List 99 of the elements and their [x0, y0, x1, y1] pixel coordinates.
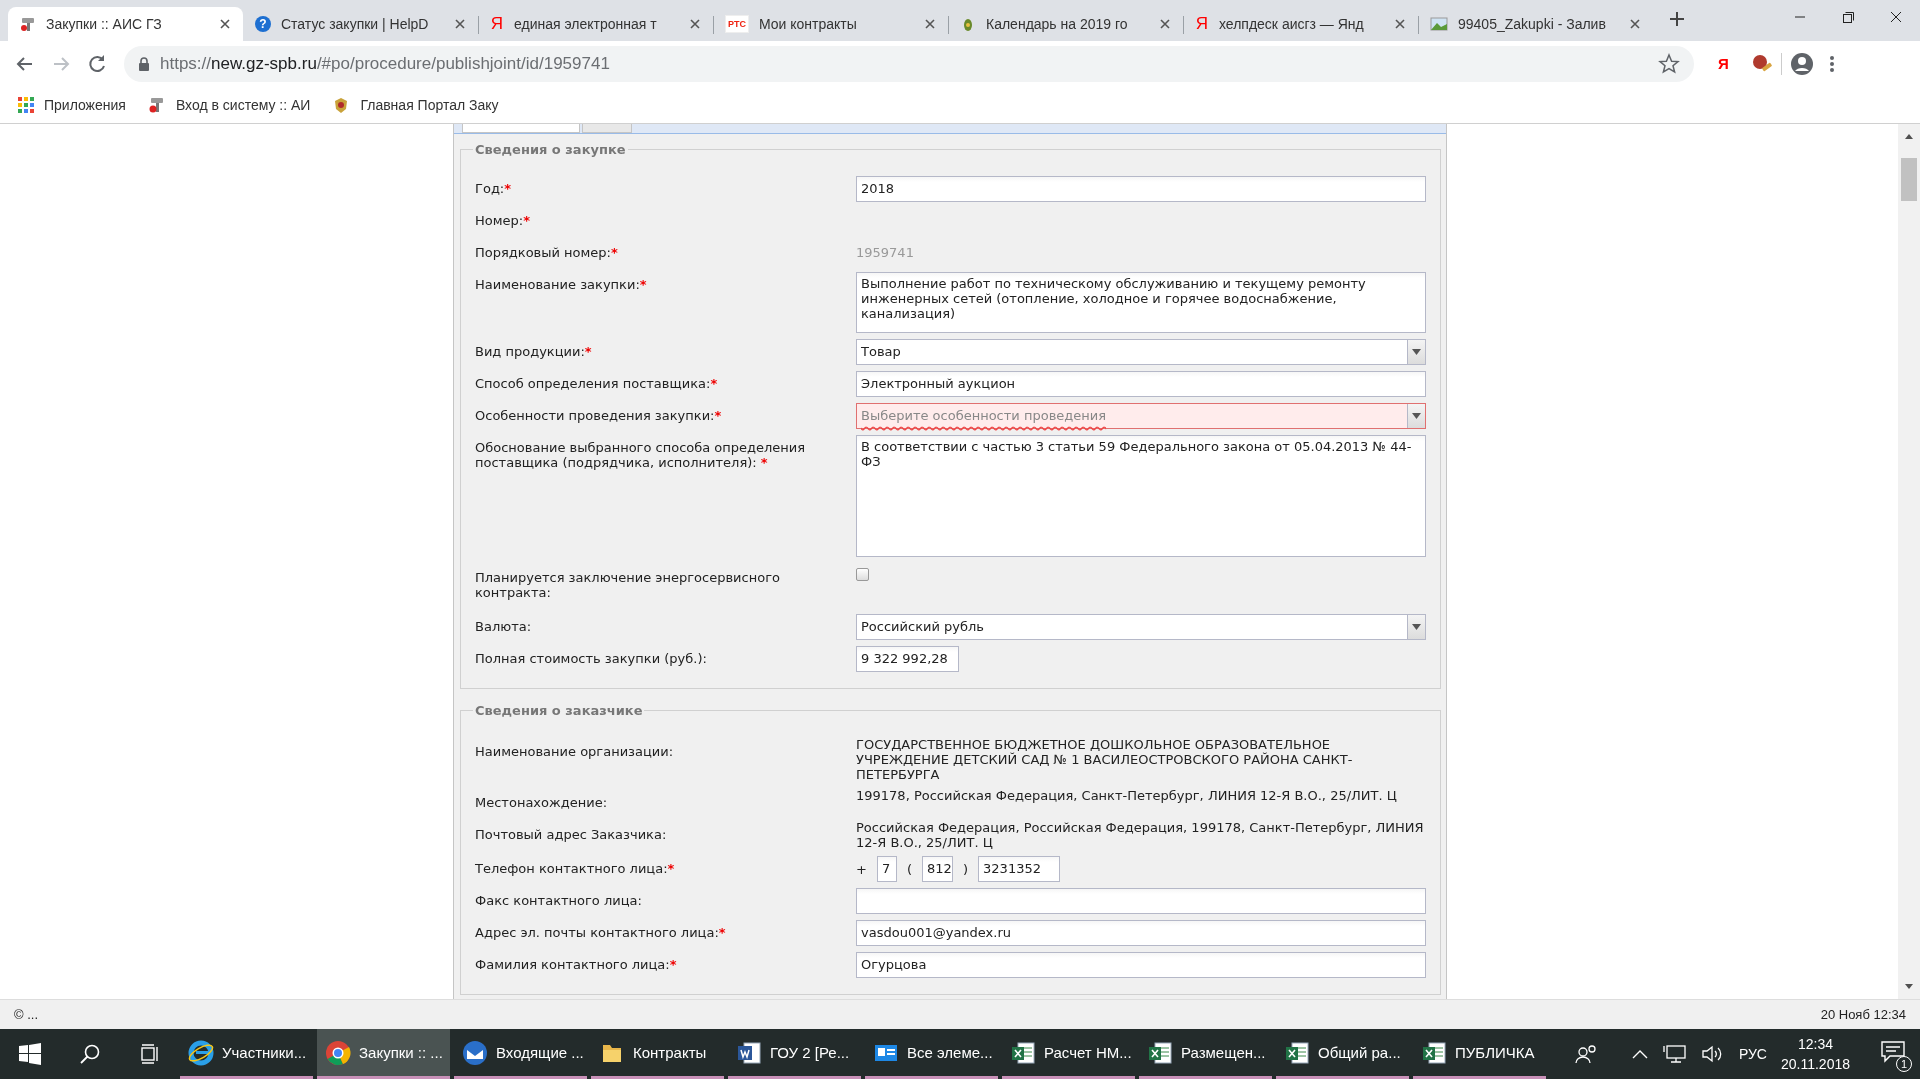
field-value: 1959741 [856, 244, 915, 262]
input-field[interactable]: Огурцова [856, 952, 1426, 978]
windows-start-button[interactable] [19, 1043, 41, 1065]
bookmark[interactable]: Приложения [18, 96, 126, 113]
browser-icon [188, 1039, 214, 1066]
field-label: Адрес эл. почты контактного лица:* [475, 924, 727, 942]
scrollbar[interactable] [1898, 124, 1920, 999]
chrome-icon [325, 1039, 351, 1066]
people-icon[interactable] [1574, 1043, 1599, 1065]
field-label: Почтовый адрес Заказчика: [475, 826, 668, 844]
browser-tab[interactable]: 99405_Zakupki - Залив [1418, 7, 1653, 41]
spreadsheet-icon [1010, 1039, 1036, 1066]
caret-icon [1412, 349, 1421, 355]
status-text: © ... [14, 1007, 39, 1022]
star-icon[interactable] [1658, 52, 1680, 75]
field-label: Порядковый номер:* [475, 244, 619, 262]
clock-date[interactable]: 20.11.2018 [1780, 1054, 1850, 1074]
image-icon [1430, 16, 1448, 32]
taskbar-app-button[interactable]: Размещен... [1139, 1029, 1272, 1079]
field-value: ГОСУДАРСТВЕННОЕ БЮДЖЕТНОЕ ДОШКОЛЬНОЕ ОБРАЗОВАТЕЛЬНОЕ УЧРЕЖДЕНИЕ ДЕТСКИЙ САД № 1 ВАСИЛЕОСТРОВСКОГО РАЙОНА САНКТ-ПЕТЕРБУРГА [856, 737, 1354, 782]
bookmark[interactable]: Главная Портал Заку [332, 95, 499, 114]
checkbox[interactable] [856, 568, 869, 581]
text-area[interactable]: Выполнение работ по техническому обслуживанию и текущему ремонту инженерных сетей (отопление, холодное и горячее водоснабжение, канализация) [856, 272, 1426, 333]
field-label: Местонахождение: [475, 794, 609, 812]
field-label: Номер:* [475, 212, 531, 230]
spreadsheet-icon [1421, 1039, 1447, 1066]
phone-separator: + [856, 861, 867, 877]
notification-button[interactable]: 1 [1880, 1039, 1910, 1069]
lock-icon [138, 56, 150, 71]
hammer-icon [147, 95, 166, 114]
field-label: Планируется заключение энергосервисного контракта: [475, 569, 781, 600]
clock-time[interactable]: 12:34 [1797, 1034, 1833, 1054]
help-icon: ? [255, 16, 271, 32]
section-title: Сведения о закупке [474, 142, 627, 157]
browser-tab[interactable]: Календарь на 2019 го [948, 7, 1183, 41]
taskbar-app-button[interactable]: Общий ра... [1276, 1029, 1409, 1079]
phone-separator: ) [963, 861, 969, 877]
taskbar-app-button[interactable]: Входящие ... [454, 1029, 587, 1079]
address-bar[interactable]: https://new.gz-spb.ru/#po/procedure/publishjoint/id/1959741 [124, 45, 1694, 82]
field-label: Фамилия контактного лица:* [475, 956, 678, 974]
field-value: 199178, Российская Федерация, Санкт-Петербург, ЛИНИЯ 12-Я В.О., 25/ЛИТ. Ц [856, 788, 1398, 805]
field-value: Российская Федерация, Российская Федерация, 199178, Санкт-Петербург, ЛИНИЯ 12-Я В.О., 25/ЛИТ. Ц [856, 820, 1425, 850]
url-text: https://new.gz-spb.ru/#po/procedure/publishjoint/id/1959741 [160, 53, 611, 74]
taskbar-app-button[interactable]: Участники... [180, 1029, 313, 1079]
field-label: Телефон контактного лица:* [475, 860, 676, 878]
chevron-up-icon[interactable] [1630, 1048, 1649, 1060]
input-field[interactable]: 9 322 992,28 [856, 646, 959, 672]
dropdown[interactable]: Российский рубль [856, 614, 1426, 640]
spreadsheet-icon [1284, 1039, 1310, 1066]
mail-icon [462, 1039, 488, 1066]
yandex-icon: Я [1195, 16, 1209, 32]
search-icon[interactable] [79, 1043, 101, 1065]
taskbar-app-button[interactable]: Контракты [591, 1029, 724, 1079]
input-field[interactable]: 7 [876, 856, 897, 882]
caret-icon [1412, 624, 1421, 630]
yandex-icon: Я [490, 16, 504, 32]
browser-tab[interactable]: РТС Мои контракты [713, 7, 948, 41]
browser-tab[interactable]: Закупки :: АИС ГЗ [8, 7, 243, 41]
phone-separator: ( [906, 861, 912, 877]
spreadsheet-icon [1147, 1039, 1173, 1066]
field-label: Особенности проведения закупки:* [475, 407, 723, 425]
browser-tab[interactable]: Я единая электронная т [478, 7, 713, 41]
language-indicator[interactable]: РУС [1738, 1046, 1767, 1062]
browser-tab[interactable]: Я хелпдеск аисгз — Янд [1183, 7, 1418, 41]
rts-icon: РТС [725, 15, 749, 33]
input-field[interactable]: 3231352 [978, 856, 1061, 882]
notification-count: 1 [1896, 1056, 1912, 1072]
apps-icon [18, 96, 34, 113]
taskbar-app-button[interactable]: Расчет НМ... [1002, 1029, 1135, 1079]
field-label: Обоснование выбранного способа определения поставщика (подрядчика, исполнителя): * [475, 439, 807, 472]
browser-tab[interactable]: ? Статус закупки | HelpD [243, 7, 478, 41]
input-field[interactable]: vasdou001@yandex.ru [856, 920, 1426, 946]
network-icon[interactable] [1662, 1044, 1687, 1064]
text-area[interactable]: В соответствии с частью 3 статьи 59 Федерального закона от 05.04.2013 № 44-ФЗ [856, 435, 1426, 557]
field-label: Способ определения поставщика:* [475, 375, 719, 393]
yandex-extension-button[interactable]: Я [1718, 55, 1729, 72]
field-label: Факс контактного лица: [475, 892, 643, 910]
field-label: Наименование организации: [475, 743, 675, 761]
taskbar-app-button[interactable]: ГОУ 2 [Ре... [728, 1029, 861, 1079]
input-field[interactable]: 812 [922, 856, 953, 882]
taskbar-app-button[interactable]: Закупки :: ... [317, 1029, 450, 1079]
taskbar-app-button[interactable]: ПУБЛИЧКА [1413, 1029, 1546, 1079]
document-icon [736, 1039, 762, 1066]
field-label: Наименование закупки:* [475, 276, 648, 294]
input-field[interactable] [856, 888, 1426, 914]
input-field[interactable]: 2018 [856, 176, 1426, 202]
task-view-icon[interactable] [139, 1043, 161, 1065]
caret-icon [1412, 413, 1421, 419]
input-field[interactable]: Электронный аукцион [856, 371, 1426, 397]
hammer-icon [20, 16, 36, 32]
field-label: Год:* [475, 180, 513, 198]
dropdown[interactable]: Товар [856, 339, 1426, 365]
field-label: Полная стоимость закупки (руб.): [475, 650, 708, 668]
bookmark[interactable]: Вход в систему :: АИ [147, 95, 311, 114]
field-label: Вид продукции:* [475, 343, 593, 361]
status-date: 20 Нояб 12:34 [1820, 1007, 1906, 1022]
taskbar-app-button[interactable]: Все элеме... [865, 1029, 998, 1079]
field-label: Валюта: [475, 618, 533, 636]
section-title: Сведения о заказчике [474, 703, 644, 718]
